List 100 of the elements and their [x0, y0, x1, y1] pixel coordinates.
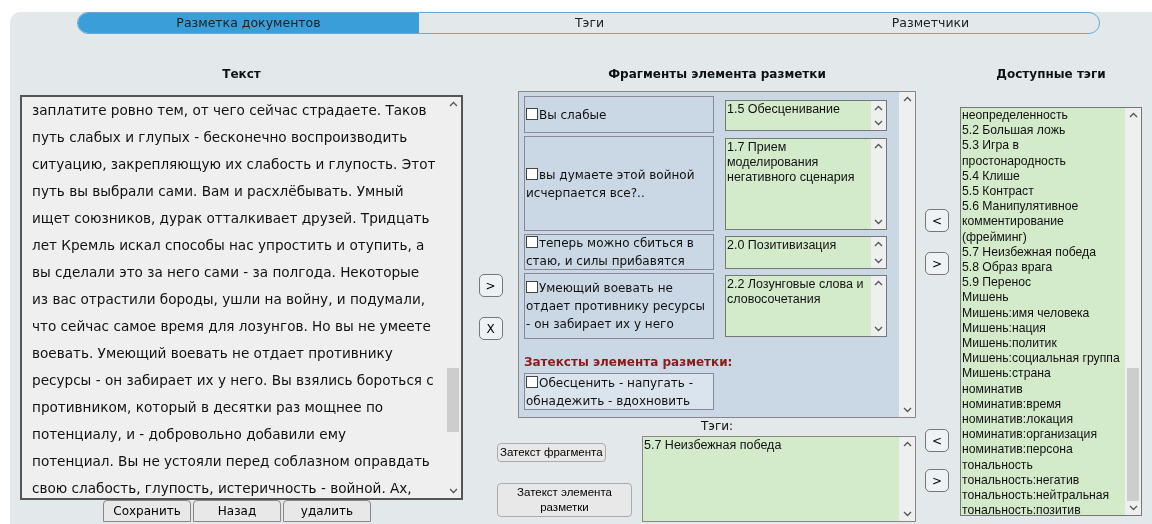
- tag-item[interactable]: неопределенность: [962, 108, 1123, 124]
- text-line: из вас отрастили бороды, ушли на войну, и подумали,: [32, 290, 427, 309]
- scrollbar[interactable]: [899, 437, 915, 521]
- tag-item[interactable]: 5.9 Перенос: [962, 275, 1123, 291]
- move-button[interactable]: >: [925, 469, 949, 492]
- scroll-down-icon[interactable]: [874, 219, 883, 225]
- tags-field[interactable]: 2.0 Позитивизация: [725, 236, 887, 269]
- scroll-down-icon[interactable]: [874, 258, 883, 264]
- scrollbar[interactable]: [1125, 108, 1141, 515]
- tag-item[interactable]: Мишень:нация: [962, 320, 1123, 337]
- scroll-up-icon[interactable]: [874, 105, 883, 111]
- tag-item[interactable]: 5.3 Игра в простонародность: [962, 138, 1123, 169]
- scrollbar[interactable]: [871, 139, 886, 229]
- scroll-down-icon[interactable]: [448, 488, 458, 494]
- scroll-thumb[interactable]: [447, 368, 459, 432]
- scroll-up-icon[interactable]: [874, 280, 883, 286]
- tag-item[interactable]: тональность:негатив: [962, 472, 1123, 489]
- text-line: ищет союзников, дурак отталкивает друзей. Тридцать: [32, 209, 431, 228]
- scroll-thumb[interactable]: [1127, 368, 1139, 501]
- scroll-down-icon[interactable]: [902, 511, 912, 517]
- tag-item[interactable]: Мишень:страна: [962, 366, 1123, 382]
- tag-list[interactable]: [960, 107, 1142, 516]
- text-line: заплатите ровно тем, от чего сейчас страдаете. Таков: [32, 101, 428, 120]
- tab[interactable]: Разметка документов: [78, 13, 419, 33]
- fragment-item[interactable]: теперь можно сбиться в стаю, и силы прибавятся: [524, 234, 714, 270]
- transfer-button[interactable]: X: [478, 317, 503, 340]
- action-button[interactable]: Назад: [193, 500, 281, 522]
- scroll-up-icon[interactable]: [874, 241, 883, 247]
- scroll-up-icon[interactable]: [902, 441, 912, 447]
- action-button[interactable]: Сохранить: [103, 500, 191, 522]
- section-title: Затексты элемента разметки:: [524, 354, 734, 371]
- tag-item[interactable]: тональность:нейтральная: [962, 488, 1123, 504]
- fragment-item[interactable]: Вы слабые: [524, 96, 714, 133]
- checkbox[interactable]: [526, 167, 538, 180]
- tag-item[interactable]: тональность:позитив: [962, 503, 1123, 515]
- text-line: вы сделали это за него сами - за полгода. Некоторые: [32, 263, 421, 282]
- field-label: Тэги:: [699, 419, 735, 434]
- tags-field[interactable]: 1.7 Прием моделирования негативного сценария: [725, 138, 887, 230]
- fragment-item[interactable]: вы думаете этой войной исчерпается все?..: [524, 136, 714, 231]
- tag-item[interactable]: тональность: [962, 457, 1123, 473]
- fragment-item[interactable]: Умеющий воевать не отдает противнику ресурсы - он забирает их у него: [524, 273, 714, 339]
- move-button[interactable]: >: [925, 252, 949, 275]
- text-line: что сейчас самое время для лозунгов. Но вы не умеете: [32, 317, 432, 336]
- scroll-up-icon[interactable]: [1128, 112, 1138, 118]
- panel-heading: Доступные тэги: [995, 66, 1107, 83]
- checkbox[interactable]: [526, 281, 538, 293]
- text-line: потенциал. Вы не устояли перед соблазном оправдать: [32, 452, 431, 471]
- scrollbar[interactable]: [871, 237, 886, 268]
- scroll-down-icon[interactable]: [874, 326, 883, 332]
- tag-item[interactable]: Мишень:социальная группа: [962, 351, 1123, 367]
- checkbox[interactable]: [526, 236, 538, 248]
- text-area[interactable]: [20, 95, 463, 500]
- tag-item[interactable]: номинатив: [962, 381, 1123, 397]
- tag-item[interactable]: номинатив:организация: [962, 427, 1123, 443]
- scrollbar[interactable]: [899, 92, 915, 417]
- tags-field[interactable]: 2.2 Лозунговые слова и словосочетания: [725, 275, 887, 337]
- scroll-down-icon[interactable]: [902, 407, 912, 413]
- text-line: ресурсы - он забирает их у него. Вы взялись бороться с: [32, 371, 435, 390]
- move-button[interactable]: <: [925, 209, 949, 232]
- subtext-item[interactable]: Обесценить - напугать - обнадежить - вдохновить: [524, 373, 714, 410]
- tag-item[interactable]: 5.7 Неизбежная победа: [962, 244, 1123, 261]
- scroll-up-icon[interactable]: [874, 143, 883, 149]
- text-line: свою слабость, глупость, истеричность - войной. Ах,: [32, 479, 413, 498]
- tag-item[interactable]: Мишень:имя человека: [962, 305, 1123, 321]
- tag-item[interactable]: Мишень:политик: [962, 336, 1123, 352]
- tag-item[interactable]: 5.5 Контраст: [962, 184, 1123, 200]
- subtext-button[interactable]: Затекст элемента разметки: [497, 483, 632, 517]
- scroll-down-icon[interactable]: [1128, 505, 1138, 511]
- panel-heading: Фрагменты элемента разметки: [607, 66, 827, 83]
- tags-field[interactable]: 1.5 Обесценивание: [725, 100, 887, 131]
- scroll-up-icon[interactable]: [448, 101, 458, 107]
- text-line: лет Кремль искал способы нас упростить и отупить, а: [32, 236, 426, 255]
- tag-item[interactable]: номинатив:локация: [962, 412, 1123, 428]
- action-button[interactable]: удалить: [283, 500, 371, 522]
- scrollbar[interactable]: [871, 101, 886, 130]
- text-line: путь вы выбрали сами. Вам и расхлёбывать. Умный: [32, 182, 405, 201]
- tab[interactable]: Разметчики: [760, 13, 1099, 33]
- tab[interactable]: Тэги: [419, 13, 760, 33]
- panel-heading: Текст: [221, 66, 262, 83]
- text-line: путь слабых и глупых - бесконечно воспроизводить: [32, 128, 409, 147]
- subtext-button[interactable]: Затекст фрагмента: [497, 443, 606, 462]
- text-line: противником, который в десятки раз мощнее по: [32, 398, 385, 417]
- move-button[interactable]: <: [925, 429, 949, 452]
- text-line: ситуацию, закрепляющую их слабость и глупость. Этот: [32, 155, 437, 174]
- scroll-down-icon[interactable]: [874, 120, 883, 126]
- tag-item[interactable]: 5.6 Манипулятивное комментирование (фрейминг): [962, 199, 1123, 245]
- scroll-up-icon[interactable]: [902, 96, 912, 102]
- tag-item[interactable]: 5.8 Образ врага: [962, 260, 1123, 276]
- tag-item[interactable]: номинатив:время: [962, 396, 1123, 413]
- text-line: воевать. Умеющий воевать не отдает противнику: [32, 344, 394, 363]
- tag-item[interactable]: Мишень: [962, 290, 1123, 306]
- tag-item[interactable]: 5.2 Большая ложь: [962, 123, 1123, 139]
- scrollbar[interactable]: [871, 276, 886, 336]
- text-line: потенциалу, и - добровольно добавили ему: [32, 425, 347, 444]
- tag-item[interactable]: 5.4 Клише: [962, 168, 1123, 184]
- checkbox[interactable]: [526, 375, 538, 388]
- tags-field[interactable]: 5.7 Неизбежная победа: [642, 436, 916, 522]
- checkbox[interactable]: [526, 107, 538, 120]
- transfer-button[interactable]: >: [478, 274, 503, 297]
- tag-item[interactable]: номинатив:персона: [962, 442, 1123, 458]
